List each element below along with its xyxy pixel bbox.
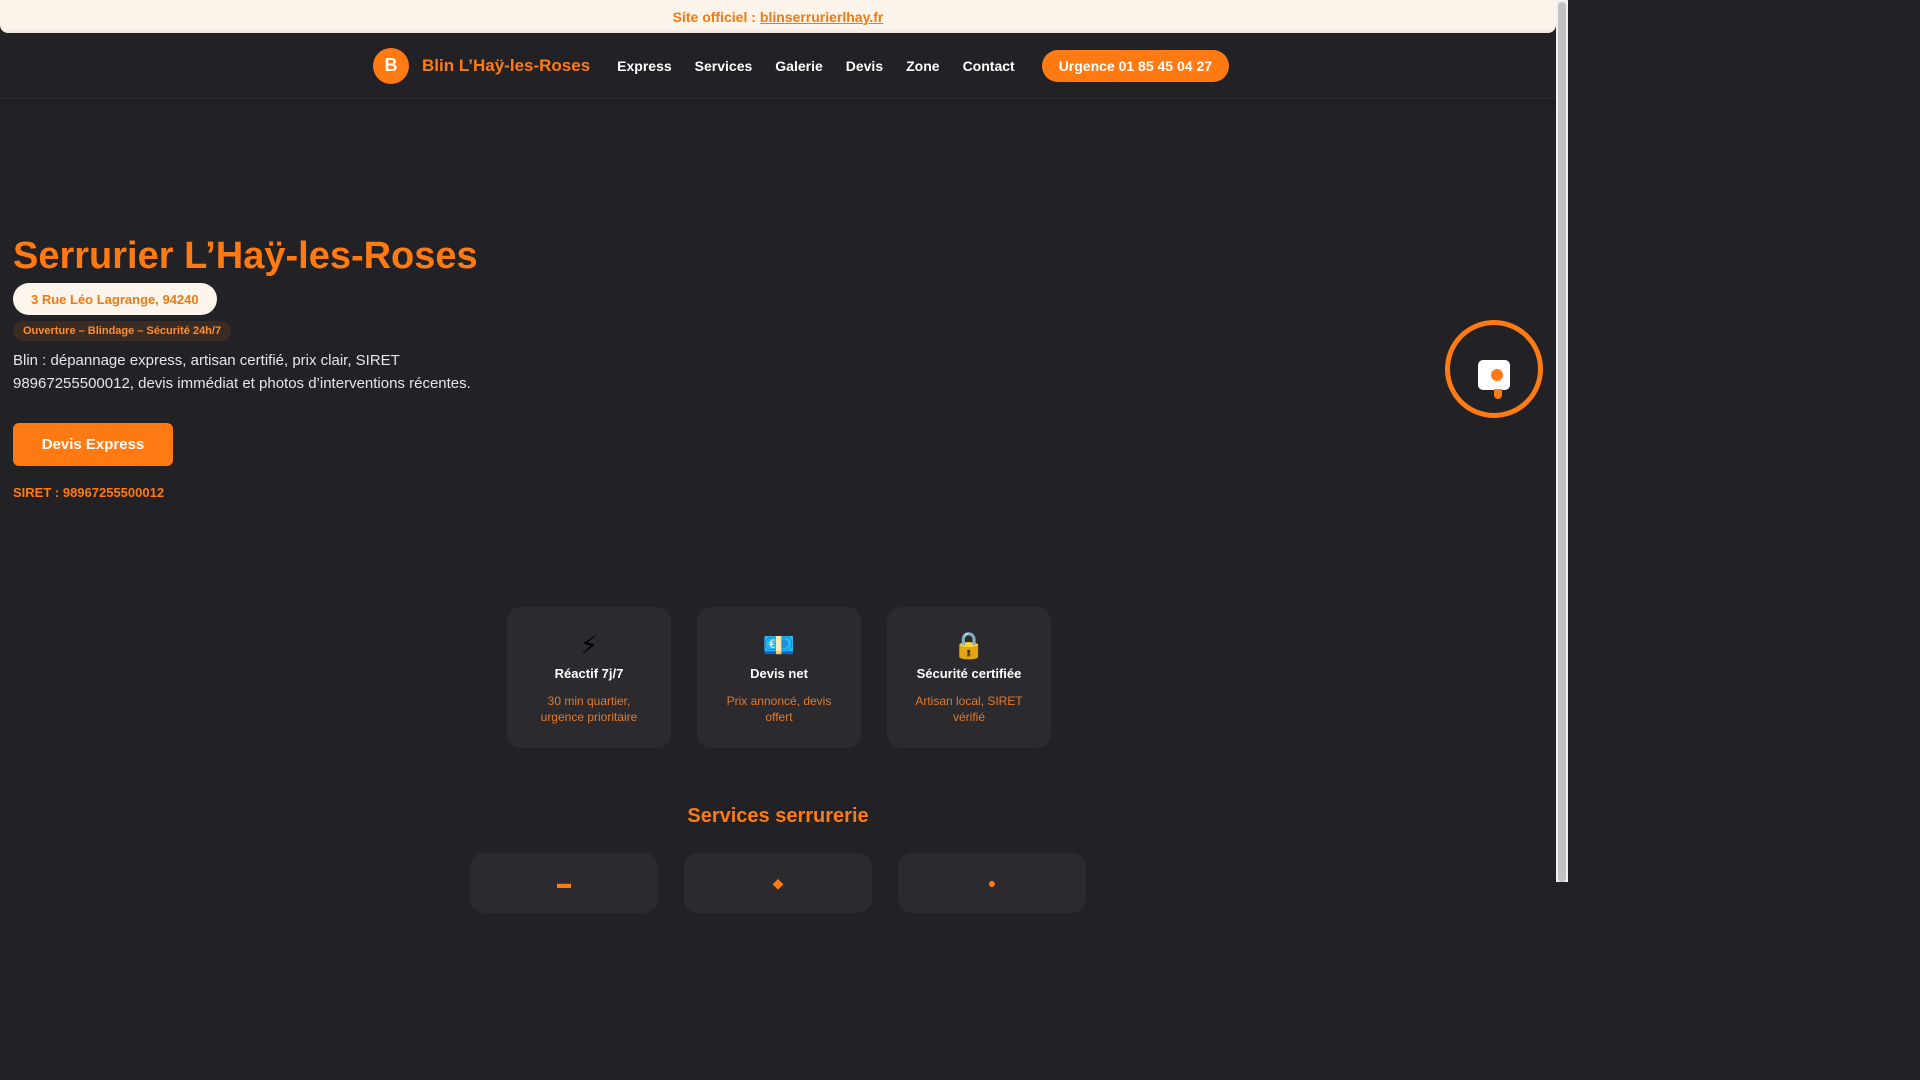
official-site-bar: Site officiel : blinserrurierlhay.fr xyxy=(0,0,1556,33)
main-nav: Express Services Galerie Devis Zone Cont… xyxy=(617,58,1038,74)
service-icon: ◆ xyxy=(772,875,784,891)
service-card[interactable]: ● xyxy=(898,853,1086,913)
euro-banknote-icon: 💶 xyxy=(762,630,796,660)
tagline-badge: Ouverture – Blindage – Sécurité 24h/7 xyxy=(13,321,232,341)
service-icon: ● xyxy=(987,875,997,891)
lock-icon: 🔒 xyxy=(952,630,986,660)
feature-desc: Artisan local, SIRET vérifié xyxy=(915,694,1023,724)
official-site-label: Site officiel : xyxy=(672,8,756,25)
urgent-call-button[interactable]: Urgence 01 85 45 04 27 xyxy=(1041,49,1230,82)
nav-express[interactable]: Express xyxy=(617,58,671,74)
nav-services[interactable]: Services xyxy=(695,58,753,74)
services-section-title: Services serrurerie xyxy=(687,805,869,827)
brand-name[interactable]: Blin L’Haÿ-les-Roses xyxy=(422,56,590,76)
keyhole-icon xyxy=(1445,320,1543,418)
scrollbar-thumb[interactable] xyxy=(1558,2,1566,882)
official-site-link[interactable]: blinserrurierlhay.fr xyxy=(760,9,883,25)
page-title: Serrurier L’Haÿ-les-Roses xyxy=(13,235,478,277)
nav-galerie[interactable]: Galerie xyxy=(775,58,822,74)
nav-devis[interactable]: Devis xyxy=(846,58,883,74)
service-card[interactable]: ◆ xyxy=(684,853,872,913)
feature-card-devis: 💶 Devis net Prix annoncé, devis offert xyxy=(697,607,861,748)
hero-description: Blin : dépannage express, artisan certif… xyxy=(13,352,471,392)
service-cards: ▬ ◆ ● xyxy=(470,853,1086,913)
lightning-icon: ⚡ xyxy=(579,630,599,660)
feature-desc: 30 min quartier, urgence prioritaire xyxy=(540,694,638,724)
feature-desc: Prix annoncé, devis offert xyxy=(726,694,832,724)
feature-card-reactif: ⚡ Réactif 7j/7 30 min quartier, urgence … xyxy=(507,607,671,748)
service-card[interactable]: ▬ xyxy=(470,853,658,913)
feature-title: Sécurité certifiée xyxy=(916,666,1022,681)
page-scrollbar[interactable] xyxy=(1556,0,1568,882)
devis-express-button[interactable]: Devis Express xyxy=(13,423,173,466)
page: Site officiel : blinserrurierlhay.fr B B… xyxy=(0,0,1556,913)
site-header: B Blin L’Haÿ-les-Roses Express Services … xyxy=(0,33,1556,99)
siret-text: SIRET : 98967255500012 xyxy=(13,485,165,500)
feature-cards: ⚡ Réactif 7j/7 30 min quartier, urgence … xyxy=(507,607,1051,748)
hero-section: Serrurier L’Haÿ-les-Roses 3 Rue Léo Lagr… xyxy=(0,99,1556,607)
feature-title: Réactif 7j/7 xyxy=(554,666,624,681)
service-icon: ▬ xyxy=(557,875,571,891)
nav-zone[interactable]: Zone xyxy=(906,58,939,74)
address-badge: 3 Rue Léo Lagrange, 94240 xyxy=(13,283,217,315)
logo[interactable]: B xyxy=(373,47,409,84)
feature-card-securite: 🔒 Sécurité certifiée Artisan local, SIRE… xyxy=(887,607,1051,748)
nav-contact[interactable]: Contact xyxy=(963,58,1015,74)
feature-title: Devis net xyxy=(750,666,808,681)
